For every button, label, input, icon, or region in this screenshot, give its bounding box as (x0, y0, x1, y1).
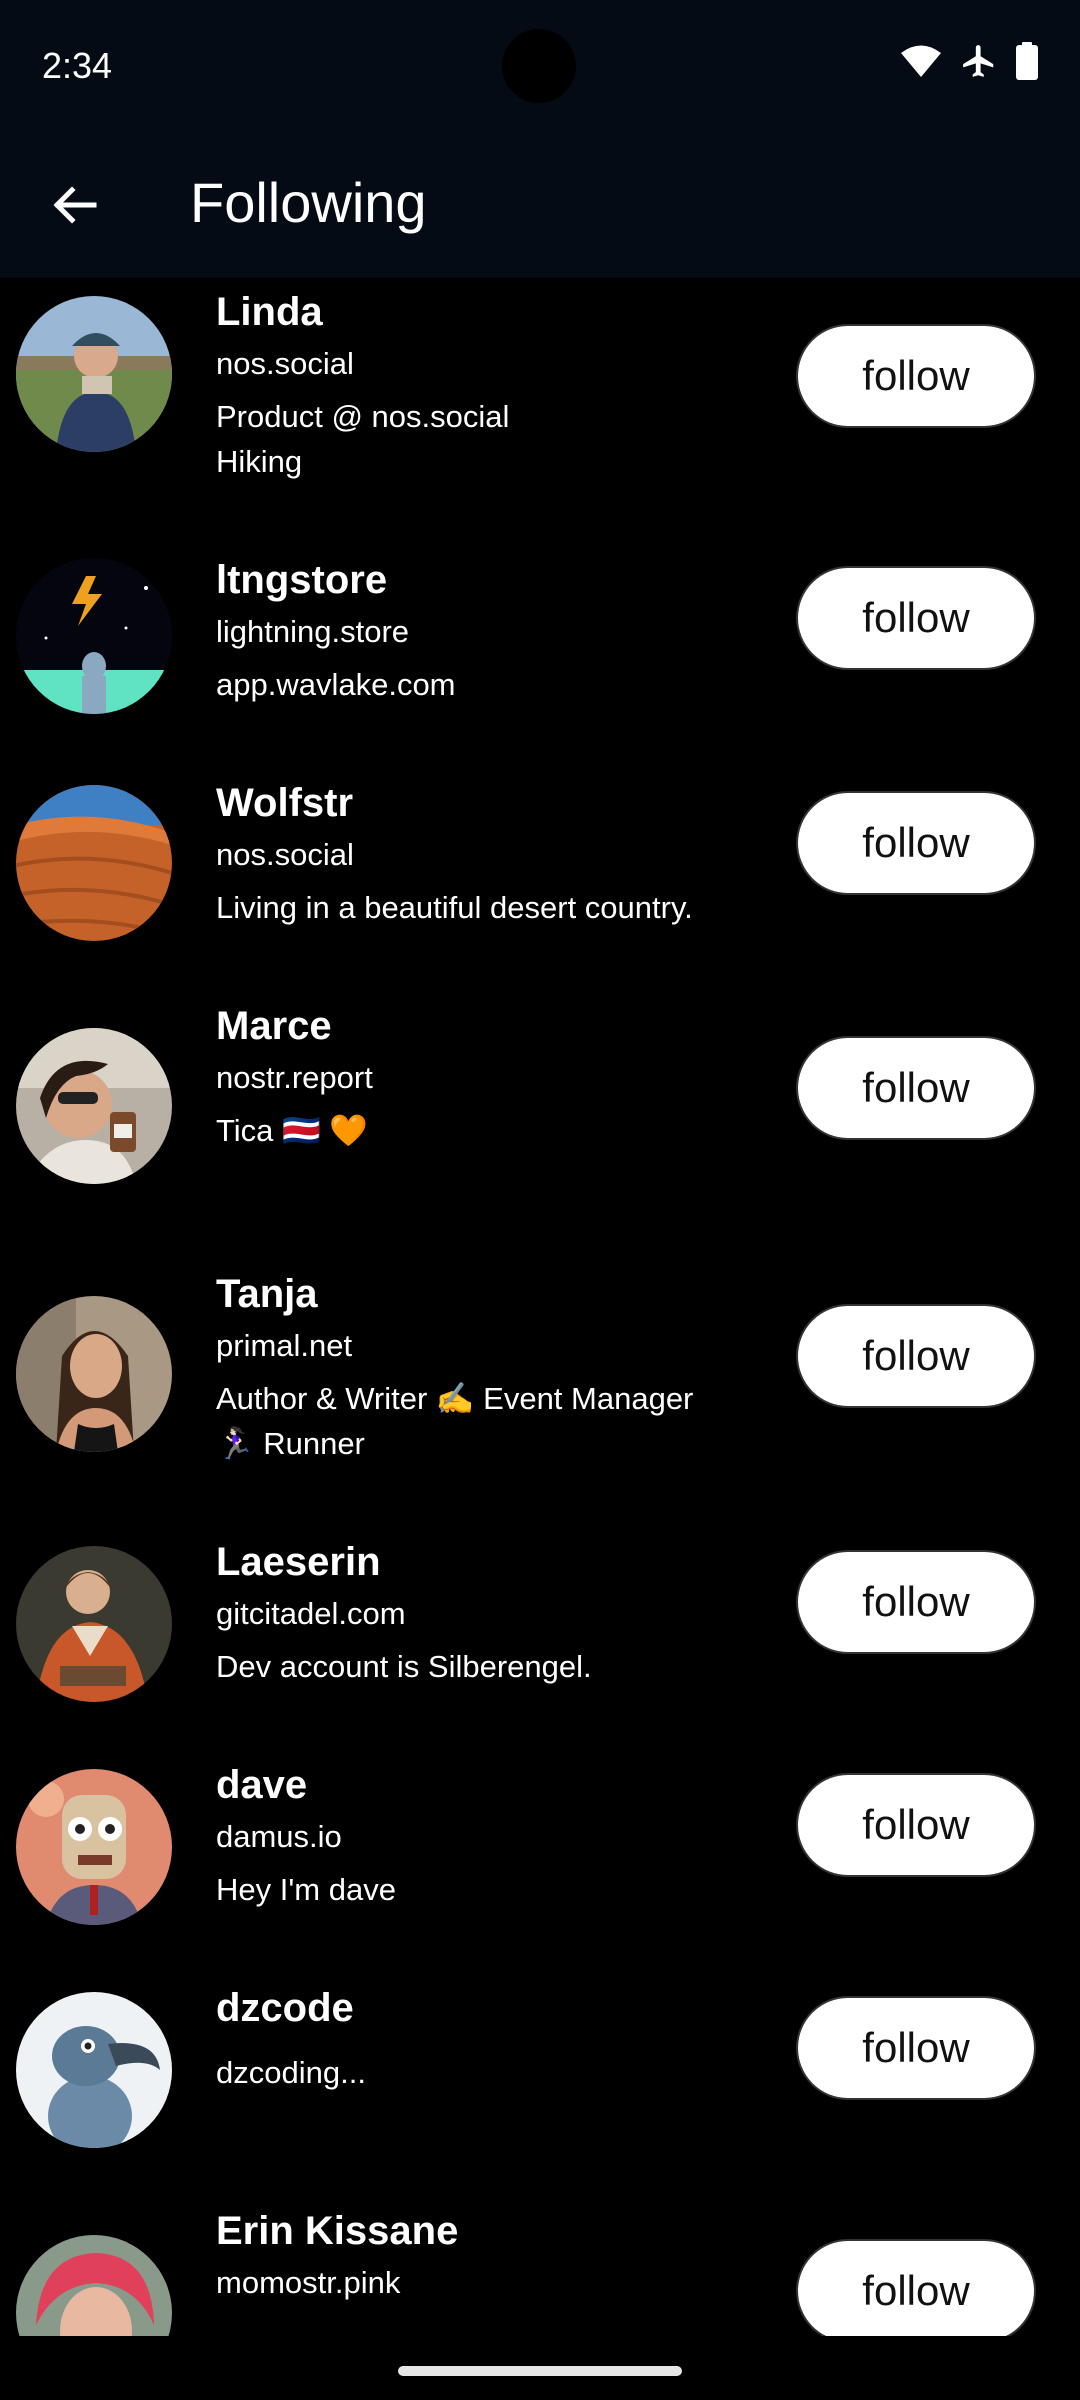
arrow-left-icon (53, 186, 97, 224)
follow-button[interactable]: follow (796, 1996, 1036, 2100)
header: 2:34 Following (0, 0, 1080, 278)
following-list[interactable]: Linda nos.social Product @ nos.social Hi… (0, 278, 1080, 2336)
avatar[interactable] (16, 296, 172, 452)
user-bio: Product @ nos.social Hiking (216, 394, 756, 484)
user-name: Marce (216, 1004, 332, 1048)
user-nip05: nos.social (216, 837, 354, 872)
avatar[interactable] (16, 2235, 172, 2336)
page-title: Following (190, 171, 427, 234)
user-name: dzcode (216, 1986, 354, 2030)
user-nip05: lightning.store (216, 614, 410, 649)
follow-button[interactable]: follow (796, 324, 1036, 428)
user-bio: app.wavlake.com (216, 662, 756, 707)
user-nip05: nos.social (216, 346, 354, 381)
user-name: Erin Kissane (216, 2209, 459, 2253)
user-nip05: primal.net (216, 1328, 353, 1363)
camera-cutout (502, 29, 576, 103)
user-name: Linda (216, 290, 323, 334)
bio-line: Hey I'm dave (216, 1872, 396, 1907)
avatar[interactable] (16, 558, 172, 714)
user-name: dave (216, 1763, 308, 1807)
airplane-icon (960, 42, 998, 80)
bio-line: 🏃🏻‍♀️ Runner (216, 1426, 365, 1461)
avatar[interactable] (16, 785, 172, 941)
follow-button[interactable]: follow (796, 1550, 1036, 1654)
user-bio: Dev account is Silberengel. (216, 1644, 756, 1689)
user-bio: Hey I'm dave (216, 1867, 756, 1912)
user-name: Wolfstr (216, 781, 354, 825)
user-nip05: momostr.pink (216, 2265, 401, 2300)
user-nip05: nostr.report (216, 1060, 373, 1095)
avatar[interactable] (16, 1546, 172, 1702)
user-bio: dzcoding... (216, 2050, 756, 2095)
back-button[interactable] (42, 173, 106, 237)
follow-button[interactable]: follow (796, 791, 1036, 895)
home-indicator[interactable] (398, 2366, 682, 2376)
avatar[interactable] (16, 1296, 172, 1452)
follow-button[interactable]: follow (796, 2239, 1036, 2336)
app-bar: Following (0, 135, 1080, 278)
bio-line: app.wavlake.com (216, 667, 456, 702)
bio-line: Product @ nos.social (216, 399, 510, 434)
battery-icon (1016, 42, 1038, 80)
follow-button[interactable]: follow (796, 1036, 1036, 1140)
avatar[interactable] (16, 1028, 172, 1184)
bio-line: Tica 🇨🇷 🧡 (216, 1113, 368, 1148)
avatar[interactable] (16, 1769, 172, 1925)
follow-button[interactable]: follow (796, 566, 1036, 670)
user-bio: Author & Writer ✍️ Event Manager 🏃🏻‍♀️ R… (216, 1376, 756, 1466)
user-nip05: damus.io (216, 1819, 342, 1854)
bio-line: dzcoding... (216, 2055, 366, 2090)
bio-line: Dev account is Silberengel. (216, 1649, 592, 1684)
follow-button[interactable]: follow (796, 1773, 1036, 1877)
status-bar: 2:34 (0, 0, 1080, 135)
bio-line: Author & Writer ✍️ Event Manager (216, 1381, 694, 1416)
follow-button[interactable]: follow (796, 1304, 1036, 1408)
bio-line: Hiking (216, 444, 303, 479)
wifi-icon (900, 44, 942, 78)
user-name: ltngstore (216, 558, 388, 602)
avatar[interactable] (16, 1992, 172, 2148)
bio-line: Living in a beautiful desert country. (216, 890, 693, 925)
user-bio: Tica 🇨🇷 🧡 (216, 1108, 756, 1153)
user-name: Tanja (216, 1272, 318, 1316)
user-bio: Living in a beautiful desert country. (216, 885, 756, 930)
user-nip05: gitcitadel.com (216, 1596, 406, 1631)
user-name: Laeserin (216, 1540, 381, 1584)
status-time: 2:34 (42, 45, 113, 86)
